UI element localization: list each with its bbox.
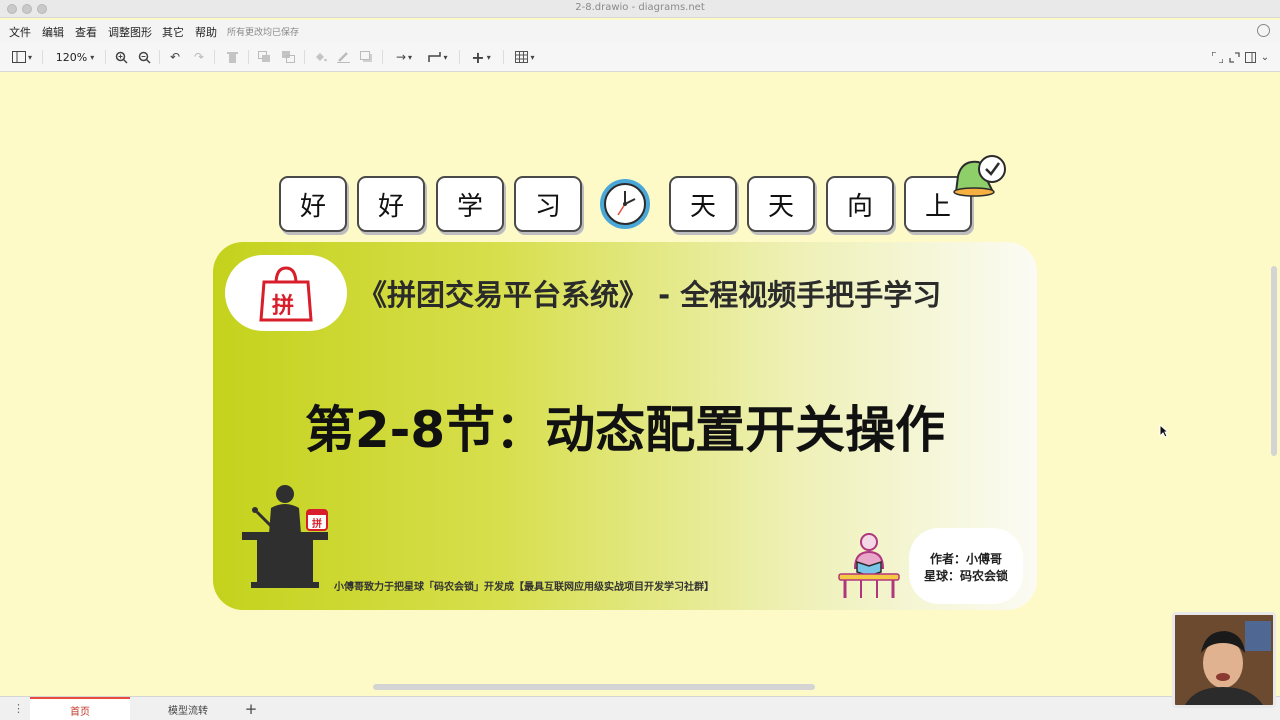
author-box: 作者：小傅哥 星球：码农会锁 xyxy=(909,528,1023,604)
undo-button[interactable]: ↶ xyxy=(167,48,183,66)
zoom-out-icon xyxy=(138,51,151,64)
waypoints-button[interactable]: ▾ xyxy=(424,48,452,66)
badge-pill: 拼 xyxy=(225,255,347,331)
tile-char-3[interactable]: 学 xyxy=(436,176,504,232)
zoom-in-icon xyxy=(115,51,128,64)
insert-button[interactable]: + ▾ xyxy=(467,47,495,67)
tile-char-5[interactable]: 天 xyxy=(669,176,737,232)
fullscreen-icon xyxy=(1211,51,1223,63)
to-front-button[interactable] xyxy=(256,48,272,66)
horizontal-scrollbar[interactable] xyxy=(373,684,815,690)
webcam-overlay xyxy=(1172,612,1276,708)
delete-button[interactable] xyxy=(224,48,240,66)
plus-icon: + xyxy=(471,47,485,67)
menu-edit[interactable]: 编辑 xyxy=(42,24,64,40)
expand-icon xyxy=(1228,51,1240,63)
panel-right-icon xyxy=(1244,51,1256,63)
save-status: 所有更改均已保存 xyxy=(227,28,300,38)
title-card[interactable]: 拼 《拼团交易平台系统》 - 全程视频手把手学习 第2-8节：动态配置开关操作 … xyxy=(213,242,1037,610)
tile-char-1[interactable]: 好 xyxy=(279,176,347,232)
zoom-value: 120% xyxy=(55,50,88,64)
line-color-button[interactable] xyxy=(335,48,351,66)
zoom-in-button[interactable] xyxy=(113,48,129,66)
to-front-icon xyxy=(257,51,270,62)
window-title: 2-8.drawio - diagrams.net xyxy=(575,2,705,13)
section-title: 第2-8节：动态配置开关操作 xyxy=(304,401,946,459)
planet-text: 星球：码农会锁 xyxy=(923,569,1008,583)
tile-char-4[interactable]: 习 xyxy=(514,176,582,232)
podium-badge-character: 拼 xyxy=(312,517,322,530)
speaker-podium-icon: 拼 xyxy=(242,485,328,588)
to-back-button[interactable] xyxy=(280,48,296,66)
expand-button[interactable] xyxy=(1227,48,1241,66)
slogan-text: 小傅哥致力于把星球「码农会锁」开发成【最具互联网应用级实战项目开发学习社群】 xyxy=(334,582,714,593)
clock-icon[interactable] xyxy=(597,176,653,232)
tile-char-7[interactable]: 向 xyxy=(826,176,894,232)
arrow-right-icon: → xyxy=(395,50,407,64)
format-panel-button[interactable]: ▾ xyxy=(8,48,36,66)
trash-icon xyxy=(226,52,238,63)
format-panel-toggle[interactable] xyxy=(1243,48,1257,66)
toolbar: ▾ 120% ▾ ↶ ↷ → ▾ ▾ + ▾ ▾ ⌄ xyxy=(0,42,1280,72)
mouse-cursor-icon xyxy=(1159,424,1169,438)
pages-menu-icon[interactable]: ⋮ xyxy=(13,702,24,715)
zoom-out-button[interactable] xyxy=(136,48,152,66)
redo-icon: ↷ xyxy=(193,50,205,64)
undo-icon: ↶ xyxy=(169,50,181,64)
menu-extras[interactable]: 其它 xyxy=(162,24,184,40)
redo-button[interactable]: ↷ xyxy=(191,48,207,66)
page-tab-home[interactable]: 首页 xyxy=(30,697,130,720)
course-title: 《拼团交易平台系统》 - 全程视频手把手学习 xyxy=(358,278,942,312)
collapse-toolbar-button[interactable]: ⌄ xyxy=(1258,48,1272,66)
fill-color-button[interactable] xyxy=(312,48,328,66)
vertical-scrollbar[interactable] xyxy=(1271,266,1277,456)
shadow-button[interactable] xyxy=(358,48,374,66)
alarm-bell-icon[interactable] xyxy=(948,152,1010,198)
table-icon xyxy=(515,51,529,63)
waypoint-icon xyxy=(428,52,442,62)
page-tab-model-flow[interactable]: 模型流转 xyxy=(138,697,238,720)
menu-file[interactable]: 文件 xyxy=(9,24,31,40)
shadow-icon xyxy=(359,51,372,62)
author-text: 作者：小傅哥 xyxy=(929,552,1002,566)
presenter-video xyxy=(1175,615,1273,705)
double-chevron-icon: ⌄ xyxy=(1260,51,1270,63)
pencil-icon xyxy=(336,52,350,63)
tile-char-6[interactable]: 天 xyxy=(747,176,815,232)
menu-bar: 文件 编辑 查看 调整图形 其它 帮助 所有更改均已保存 xyxy=(0,20,1280,42)
table-button[interactable]: ▾ xyxy=(511,48,539,66)
fullscreen-button[interactable] xyxy=(1210,48,1224,66)
to-back-icon xyxy=(281,51,295,63)
badge-character: 拼 xyxy=(272,294,295,319)
page-tab-bar: ⋮ 首页 模型流转 + xyxy=(0,696,1280,720)
menu-view[interactable]: 查看 xyxy=(75,24,97,40)
fill-bucket-icon xyxy=(315,53,327,62)
menu-help[interactable]: 帮助 xyxy=(195,24,217,40)
zoom-select[interactable]: 120% ▾ xyxy=(52,48,98,66)
title-bar: 2-8.drawio - diagrams.net xyxy=(0,0,1280,18)
student-reading-icon xyxy=(838,533,900,598)
panel-icon xyxy=(11,51,26,63)
add-page-button[interactable]: + xyxy=(242,697,260,720)
language-globe-icon[interactable] xyxy=(1257,24,1270,37)
connection-style-button[interactable]: → ▾ xyxy=(390,48,418,66)
menu-arrange[interactable]: 调整图形 xyxy=(108,24,152,40)
tile-char-2[interactable]: 好 xyxy=(357,176,425,232)
